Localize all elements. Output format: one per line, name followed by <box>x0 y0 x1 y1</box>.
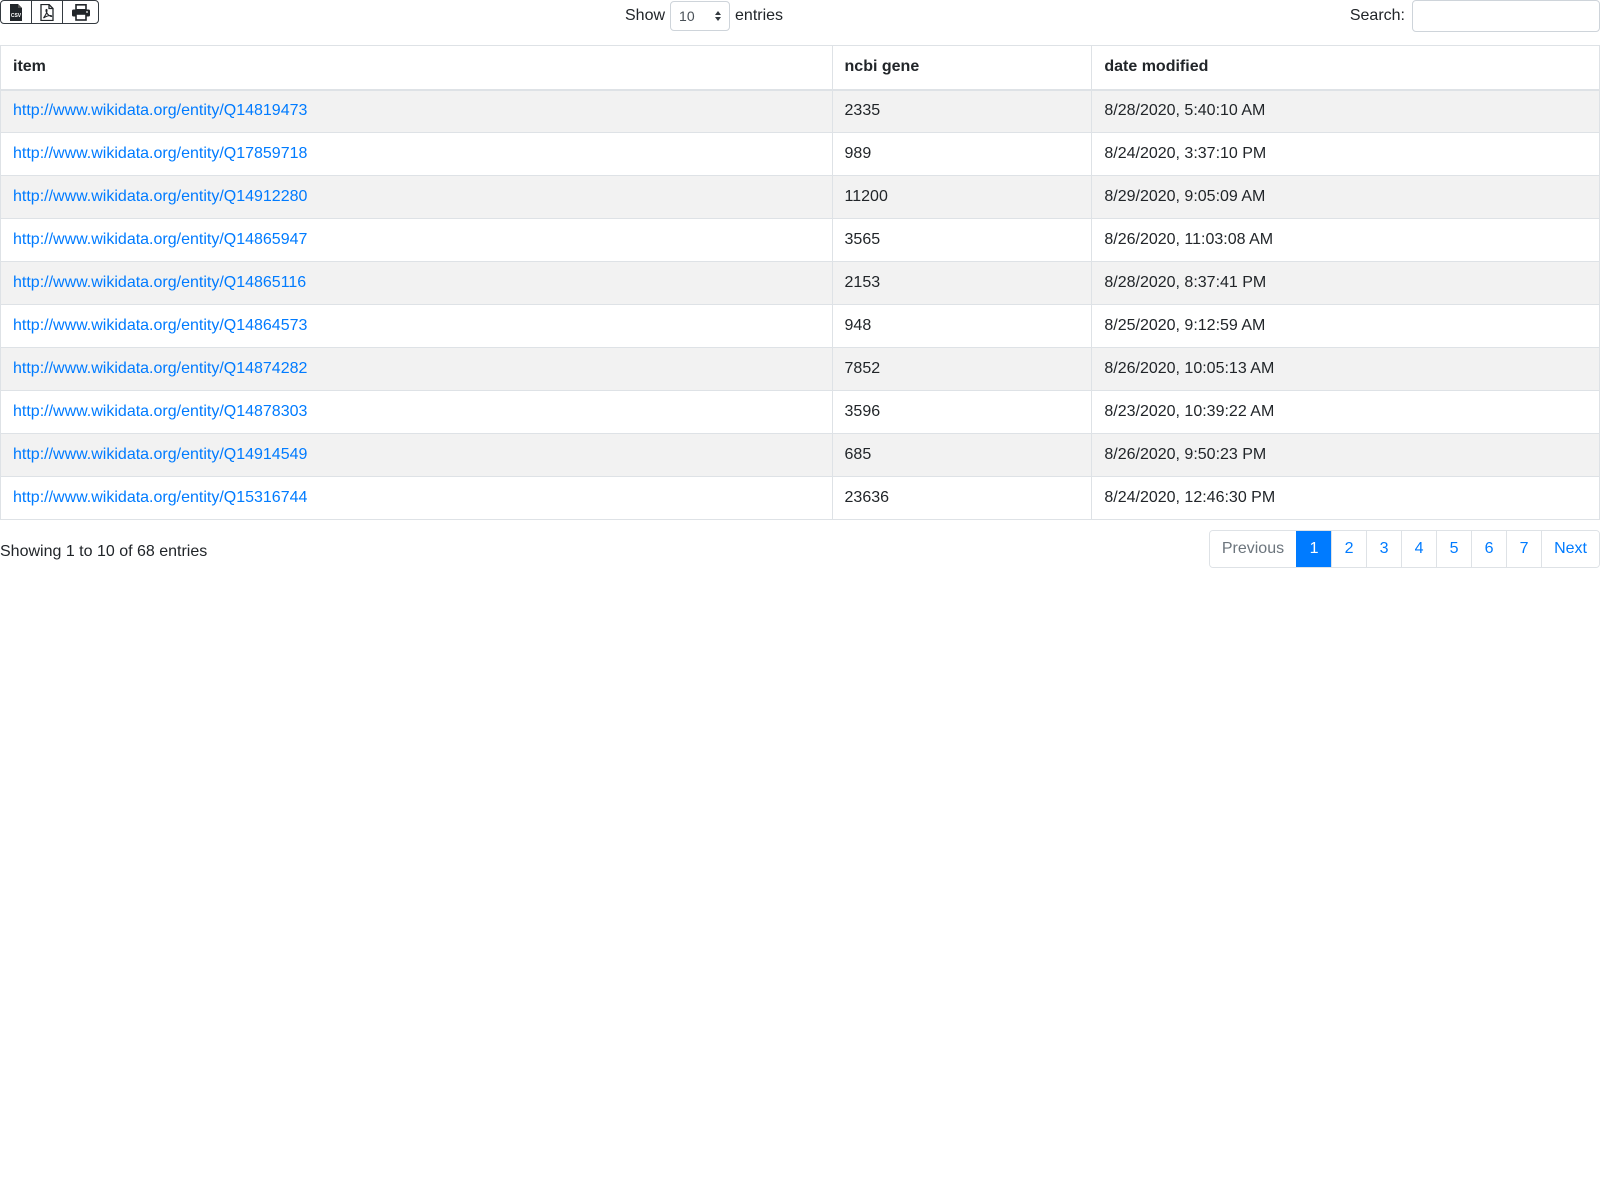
ncbi-gene-cell: 685 <box>831 433 1093 477</box>
ncbi-gene-cell: 23636 <box>831 476 1093 520</box>
table-row: http://www.wikidata.org/entity/Q14914549… <box>0 433 1600 477</box>
item-cell: http://www.wikidata.org/entity/Q14878303 <box>0 390 833 434</box>
previous-page-button[interactable]: Previous <box>1209 531 1297 567</box>
export-csv-button[interactable]: CSV <box>1 1 32 23</box>
table-row: http://www.wikidata.org/entity/Q15316744… <box>0 476 1600 520</box>
search-label: Search: <box>1349 7 1405 24</box>
table-header-row: item ncbi gene date modified <box>0 45 1600 91</box>
date-modified-cell: 8/26/2020, 9:50:23 PM <box>1091 433 1600 477</box>
date-modified-cell: 8/26/2020, 11:03:08 AM <box>1091 218 1600 262</box>
table-row: http://www.wikidata.org/entity/Q14912280… <box>0 175 1600 219</box>
entries-per-page-value: 10 <box>679 8 695 24</box>
results-table: item ncbi gene date modified http://www.… <box>0 45 1600 520</box>
date-modified-cell: 8/23/2020, 10:39:22 AM <box>1091 390 1600 434</box>
column-header-ncbi-gene[interactable]: ncbi gene <box>831 45 1093 91</box>
select-arrows-icon <box>715 11 722 21</box>
item-link[interactable]: http://www.wikidata.org/entity/Q14878303 <box>13 403 307 420</box>
item-cell: http://www.wikidata.org/entity/Q14865116 <box>0 261 833 305</box>
print-button[interactable] <box>63 1 98 23</box>
page-button-1[interactable]: 1 <box>1296 531 1332 567</box>
search-control: Search: <box>1350 0 1600 32</box>
date-modified-cell: 8/25/2020, 9:12:59 AM <box>1091 304 1600 348</box>
item-link[interactable]: http://www.wikidata.org/entity/Q14864573 <box>13 317 307 334</box>
item-cell: http://www.wikidata.org/entity/Q14914549 <box>0 433 833 477</box>
entries-length-control: Show 10 entries <box>625 0 783 32</box>
ncbi-gene-cell: 7852 <box>831 347 1093 391</box>
page-button-4[interactable]: 4 <box>1401 531 1437 567</box>
csv-file-icon: CSV <box>10 3 22 21</box>
item-cell: http://www.wikidata.org/entity/Q17859718 <box>0 132 833 176</box>
show-label: Show <box>625 7 666 24</box>
ncbi-gene-cell: 2335 <box>831 89 1093 133</box>
page-button-7[interactable]: 7 <box>1506 531 1542 567</box>
table-info: Showing 1 to 10 of 68 entries <box>0 543 208 560</box>
ncbi-gene-cell: 3565 <box>831 218 1093 262</box>
item-link[interactable]: http://www.wikidata.org/entity/Q14865116 <box>13 274 306 291</box>
ncbi-gene-cell: 948 <box>831 304 1093 348</box>
ncbi-gene-cell: 2153 <box>831 261 1093 305</box>
table-row: http://www.wikidata.org/entity/Q14864573… <box>0 304 1600 348</box>
item-link[interactable]: http://www.wikidata.org/entity/Q14819473 <box>13 102 307 119</box>
ncbi-gene-cell: 3596 <box>831 390 1093 434</box>
item-cell: http://www.wikidata.org/entity/Q14912280 <box>0 175 833 219</box>
item-cell: http://www.wikidata.org/entity/Q14865947 <box>0 218 833 262</box>
date-modified-cell: 8/28/2020, 5:40:10 AM <box>1091 89 1600 133</box>
item-link[interactable]: http://www.wikidata.org/entity/Q14912280 <box>13 188 307 205</box>
item-link[interactable]: http://www.wikidata.org/entity/Q14914549 <box>13 446 307 463</box>
export-pdf-button[interactable] <box>32 1 63 23</box>
item-cell: http://www.wikidata.org/entity/Q15316744 <box>0 476 833 520</box>
page: CSV Show 10 entries Search: item ncbi ge… <box>0 0 1600 1200</box>
item-cell: http://www.wikidata.org/entity/Q14864573 <box>0 304 833 348</box>
item-cell: http://www.wikidata.org/entity/Q14874282 <box>0 347 833 391</box>
svg-text:CSV: CSV <box>11 13 22 19</box>
page-button-3[interactable]: 3 <box>1366 531 1402 567</box>
entries-per-page-select[interactable]: 10 <box>670 1 731 31</box>
item-cell: http://www.wikidata.org/entity/Q14819473 <box>0 89 833 133</box>
date-modified-cell: 8/24/2020, 3:37:10 PM <box>1091 132 1600 176</box>
table-row: http://www.wikidata.org/entity/Q14874282… <box>0 347 1600 391</box>
item-link[interactable]: http://www.wikidata.org/entity/Q14865947 <box>13 231 307 248</box>
date-modified-cell: 8/28/2020, 8:37:41 PM <box>1091 261 1600 305</box>
date-modified-cell: 8/26/2020, 10:05:13 AM <box>1091 347 1600 391</box>
ncbi-gene-cell: 989 <box>831 132 1093 176</box>
table-row: http://www.wikidata.org/entity/Q14819473… <box>0 89 1600 133</box>
print-icon <box>71 3 90 21</box>
next-page-button[interactable]: Next <box>1541 531 1599 567</box>
table-row: http://www.wikidata.org/entity/Q14865947… <box>0 218 1600 262</box>
entries-label: entries <box>735 7 784 24</box>
table-row: http://www.wikidata.org/entity/Q14865116… <box>0 261 1600 305</box>
pdf-file-icon <box>40 3 54 21</box>
column-header-date-modified[interactable]: date modified <box>1091 45 1600 91</box>
date-modified-cell: 8/29/2020, 9:05:09 AM <box>1091 175 1600 219</box>
table-row: http://www.wikidata.org/entity/Q14878303… <box>0 390 1600 434</box>
item-link[interactable]: http://www.wikidata.org/entity/Q17859718 <box>13 145 307 162</box>
page-button-2[interactable]: 2 <box>1331 531 1367 567</box>
pagination: Previous 1 2 3 4 5 6 7 Next <box>1208 530 1600 568</box>
export-button-group: CSV <box>0 0 99 24</box>
date-modified-cell: 8/24/2020, 12:46:30 PM <box>1091 476 1600 520</box>
search-input[interactable] <box>1412 0 1600 32</box>
column-header-item[interactable]: item <box>0 45 833 91</box>
page-button-6[interactable]: 6 <box>1471 531 1507 567</box>
item-link[interactable]: http://www.wikidata.org/entity/Q14874282 <box>13 360 307 377</box>
ncbi-gene-cell: 11200 <box>831 175 1093 219</box>
table-row: http://www.wikidata.org/entity/Q17859718… <box>0 132 1600 176</box>
item-link[interactable]: http://www.wikidata.org/entity/Q15316744 <box>13 489 307 506</box>
page-button-5[interactable]: 5 <box>1436 531 1472 567</box>
